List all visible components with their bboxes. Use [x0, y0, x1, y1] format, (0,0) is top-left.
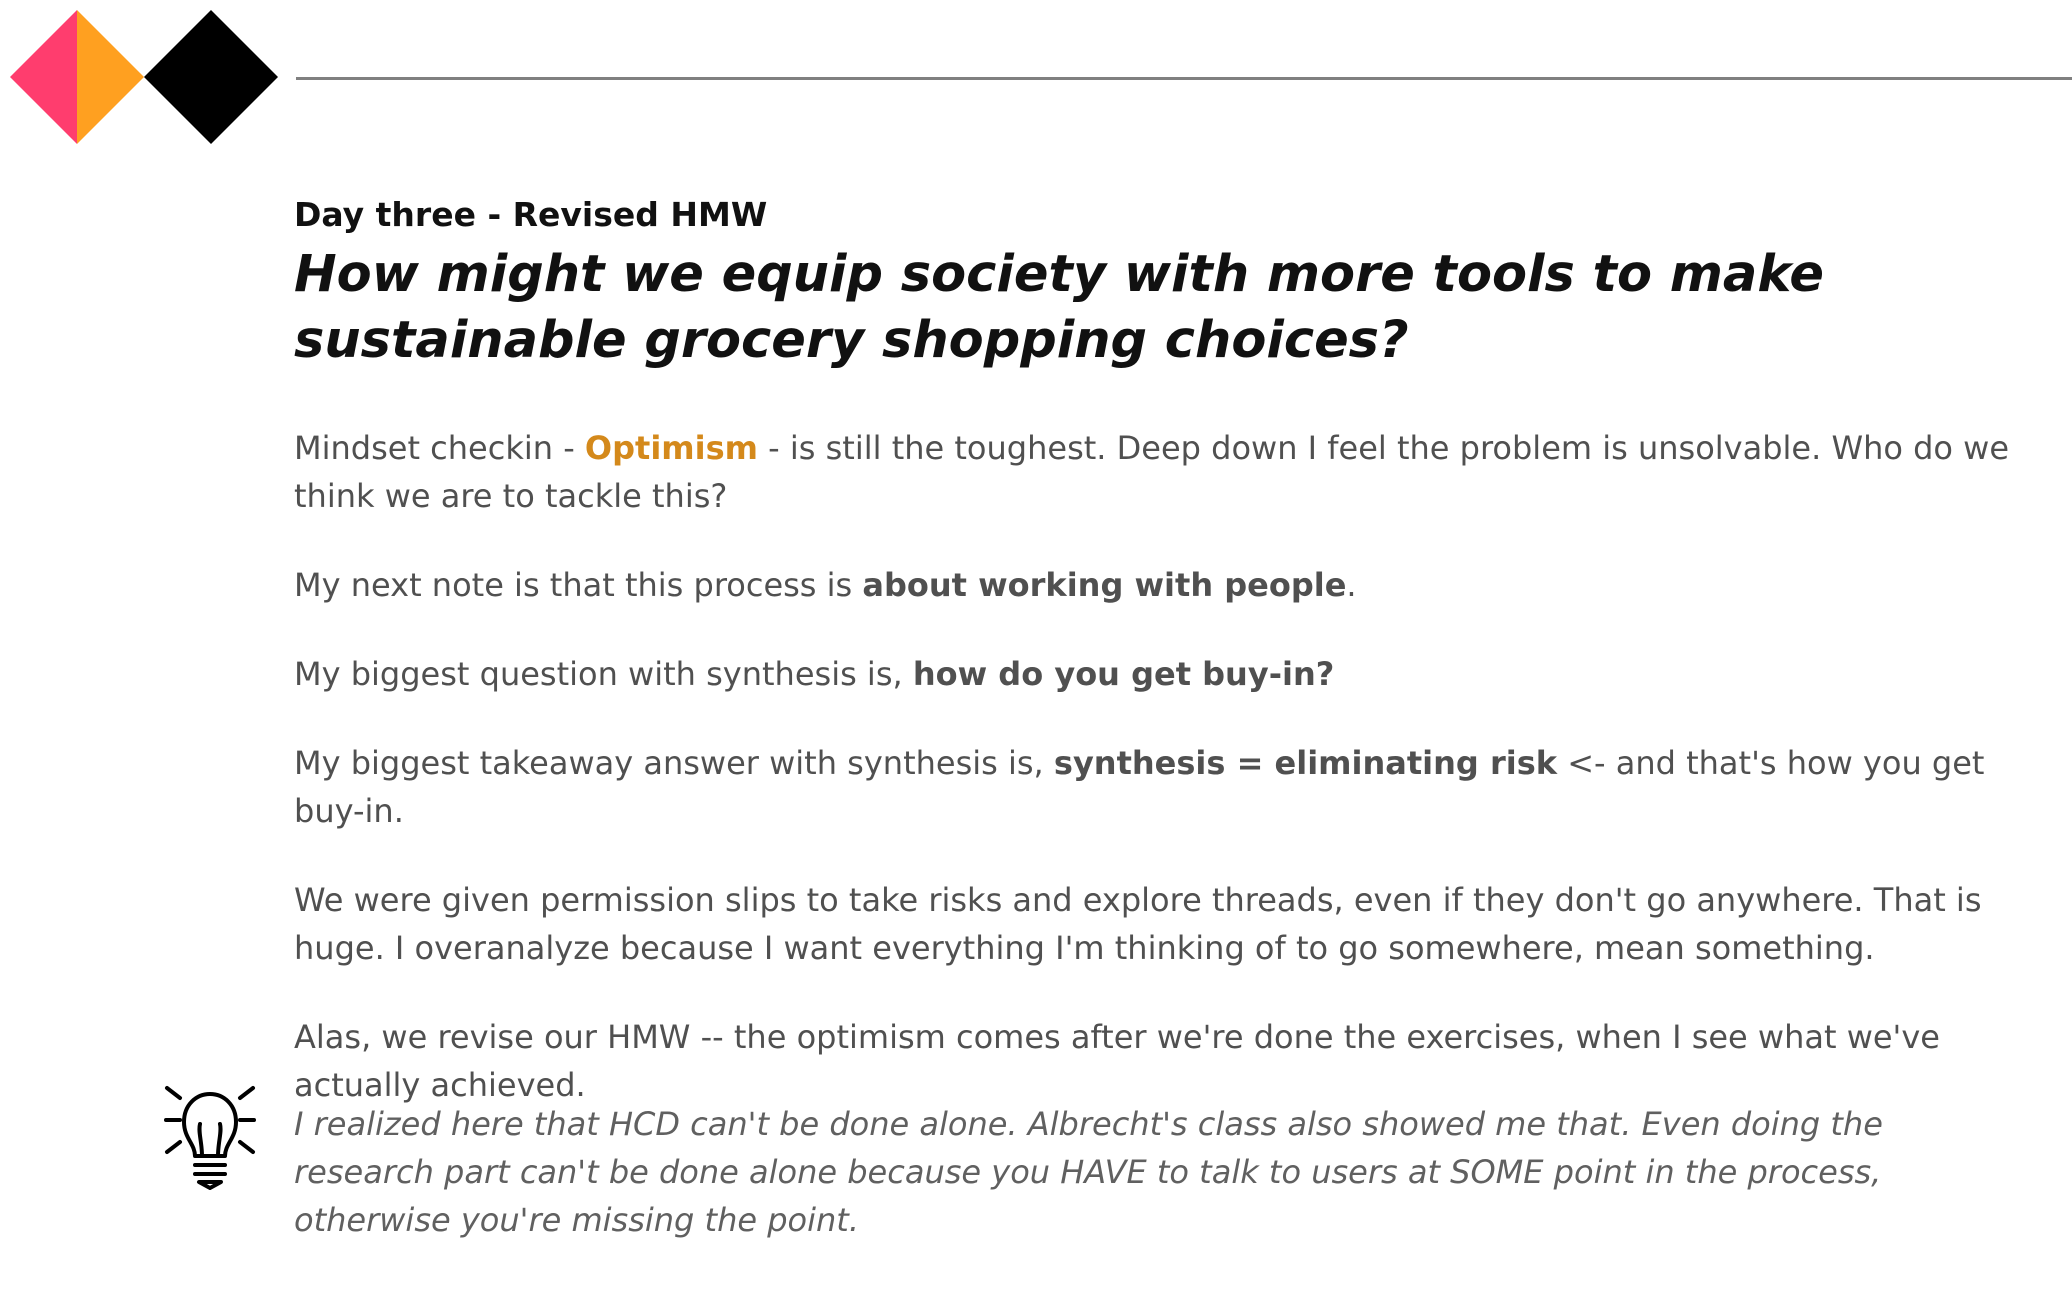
bold-text: how do you get buy-in?: [912, 655, 1335, 693]
paragraph-revise: Alas, we revise our HMW -- the optimism …: [294, 1018, 1940, 1104]
insight-text: I realized here that HCD can't be done a…: [294, 1105, 1883, 1239]
highlight-optimism: Optimism: [584, 429, 758, 467]
bold-text: about working with people: [862, 566, 1347, 604]
hmw-headline: How might we equip society with more too…: [294, 245, 1825, 370]
logo-black-diamond: [144, 10, 278, 144]
logo-pink-half: [10, 10, 77, 144]
paragraph-text: My next note is that this process is: [294, 566, 863, 604]
paragraph-text: .: [1346, 566, 1357, 604]
page: { "brand": { "colors": { "pink": "#ff3d6…: [0, 0, 2072, 1312]
bold-text: synthesis = eliminating risk: [1053, 744, 1558, 782]
diamond-logo-icon: [10, 10, 278, 144]
main-content: Day three - Revised HMW How might we equ…: [294, 192, 2014, 1109]
logo-orange-half: [77, 10, 144, 144]
paragraph-next-note: My next note is that this process is abo…: [294, 561, 2014, 609]
paragraph-permission: We were given permission slips to take r…: [294, 881, 1982, 967]
lightbulb-icon: [164, 1086, 256, 1190]
paragraph-takeaway: My biggest takeaway answer with synthesi…: [294, 739, 2014, 835]
paragraph-text: My biggest question with synthesis is,: [294, 655, 913, 693]
paragraph-mindset: Mindset checkin - Optimism - is still th…: [294, 424, 2014, 520]
paragraph-text: Mindset checkin -: [294, 429, 585, 467]
paragraph-question: My biggest question with synthesis is, h…: [294, 650, 2014, 698]
paragraph-text: My biggest takeaway answer with synthesi…: [294, 744, 1054, 782]
section-subtitle: Day three - Revised HMW: [294, 195, 768, 234]
header-divider: [296, 77, 2072, 80]
